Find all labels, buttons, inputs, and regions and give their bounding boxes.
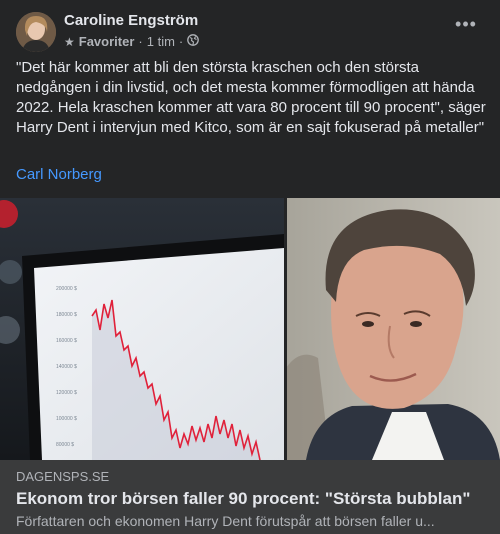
more-dots-icon[interactable]: •••: [448, 14, 484, 38]
star-icon: ★: [64, 34, 75, 49]
link-preview[interactable]: DAGENSPS.SE Ekonom tror börsen faller 90…: [0, 460, 500, 534]
chart-tick-label: 160000 $: [56, 338, 77, 344]
mention-link[interactable]: Carl Norberg: [16, 166, 102, 183]
chart-tick-label: 120000 $: [56, 390, 77, 396]
link-preview-image[interactable]: 200000 $ 180000 $ 160000 $ 140000 $ 120000 $…: [0, 198, 500, 460]
link-description: Författaren och ekonomen Harry Dent föru…: [16, 513, 435, 529]
chart-tick-label: 200000 $: [56, 286, 77, 292]
avatar[interactable]: [16, 12, 56, 52]
link-title[interactable]: Ekonom tror börsen faller 90 procent: "S…: [16, 489, 470, 509]
meta-separator: ·: [178, 34, 184, 49]
globe-icon: [187, 34, 200, 49]
post-header: Caroline Engström ★ Favoriter · 1 tim · …: [16, 10, 484, 54]
post-time[interactable]: 1 tim: [147, 34, 175, 49]
audience-label[interactable]: Favoriter: [79, 34, 135, 49]
chart-tick-label: 80000 $: [56, 442, 74, 448]
author-name[interactable]: Caroline Engström: [64, 12, 198, 29]
feed-post: Caroline Engström ★ Favoriter · 1 tim · …: [0, 0, 500, 534]
meta-separator: ·: [138, 34, 143, 49]
post-text: "Det här kommer att bli den största kras…: [16, 59, 486, 136]
post-meta: ★ Favoriter · 1 tim ·: [64, 34, 200, 49]
link-domain: DAGENSPS.SE: [16, 469, 110, 484]
chart-tick-label: 140000 $: [56, 364, 77, 370]
chart-tick-label: 100000 $: [56, 416, 77, 422]
chart-tick-label: 180000 $: [56, 312, 77, 318]
